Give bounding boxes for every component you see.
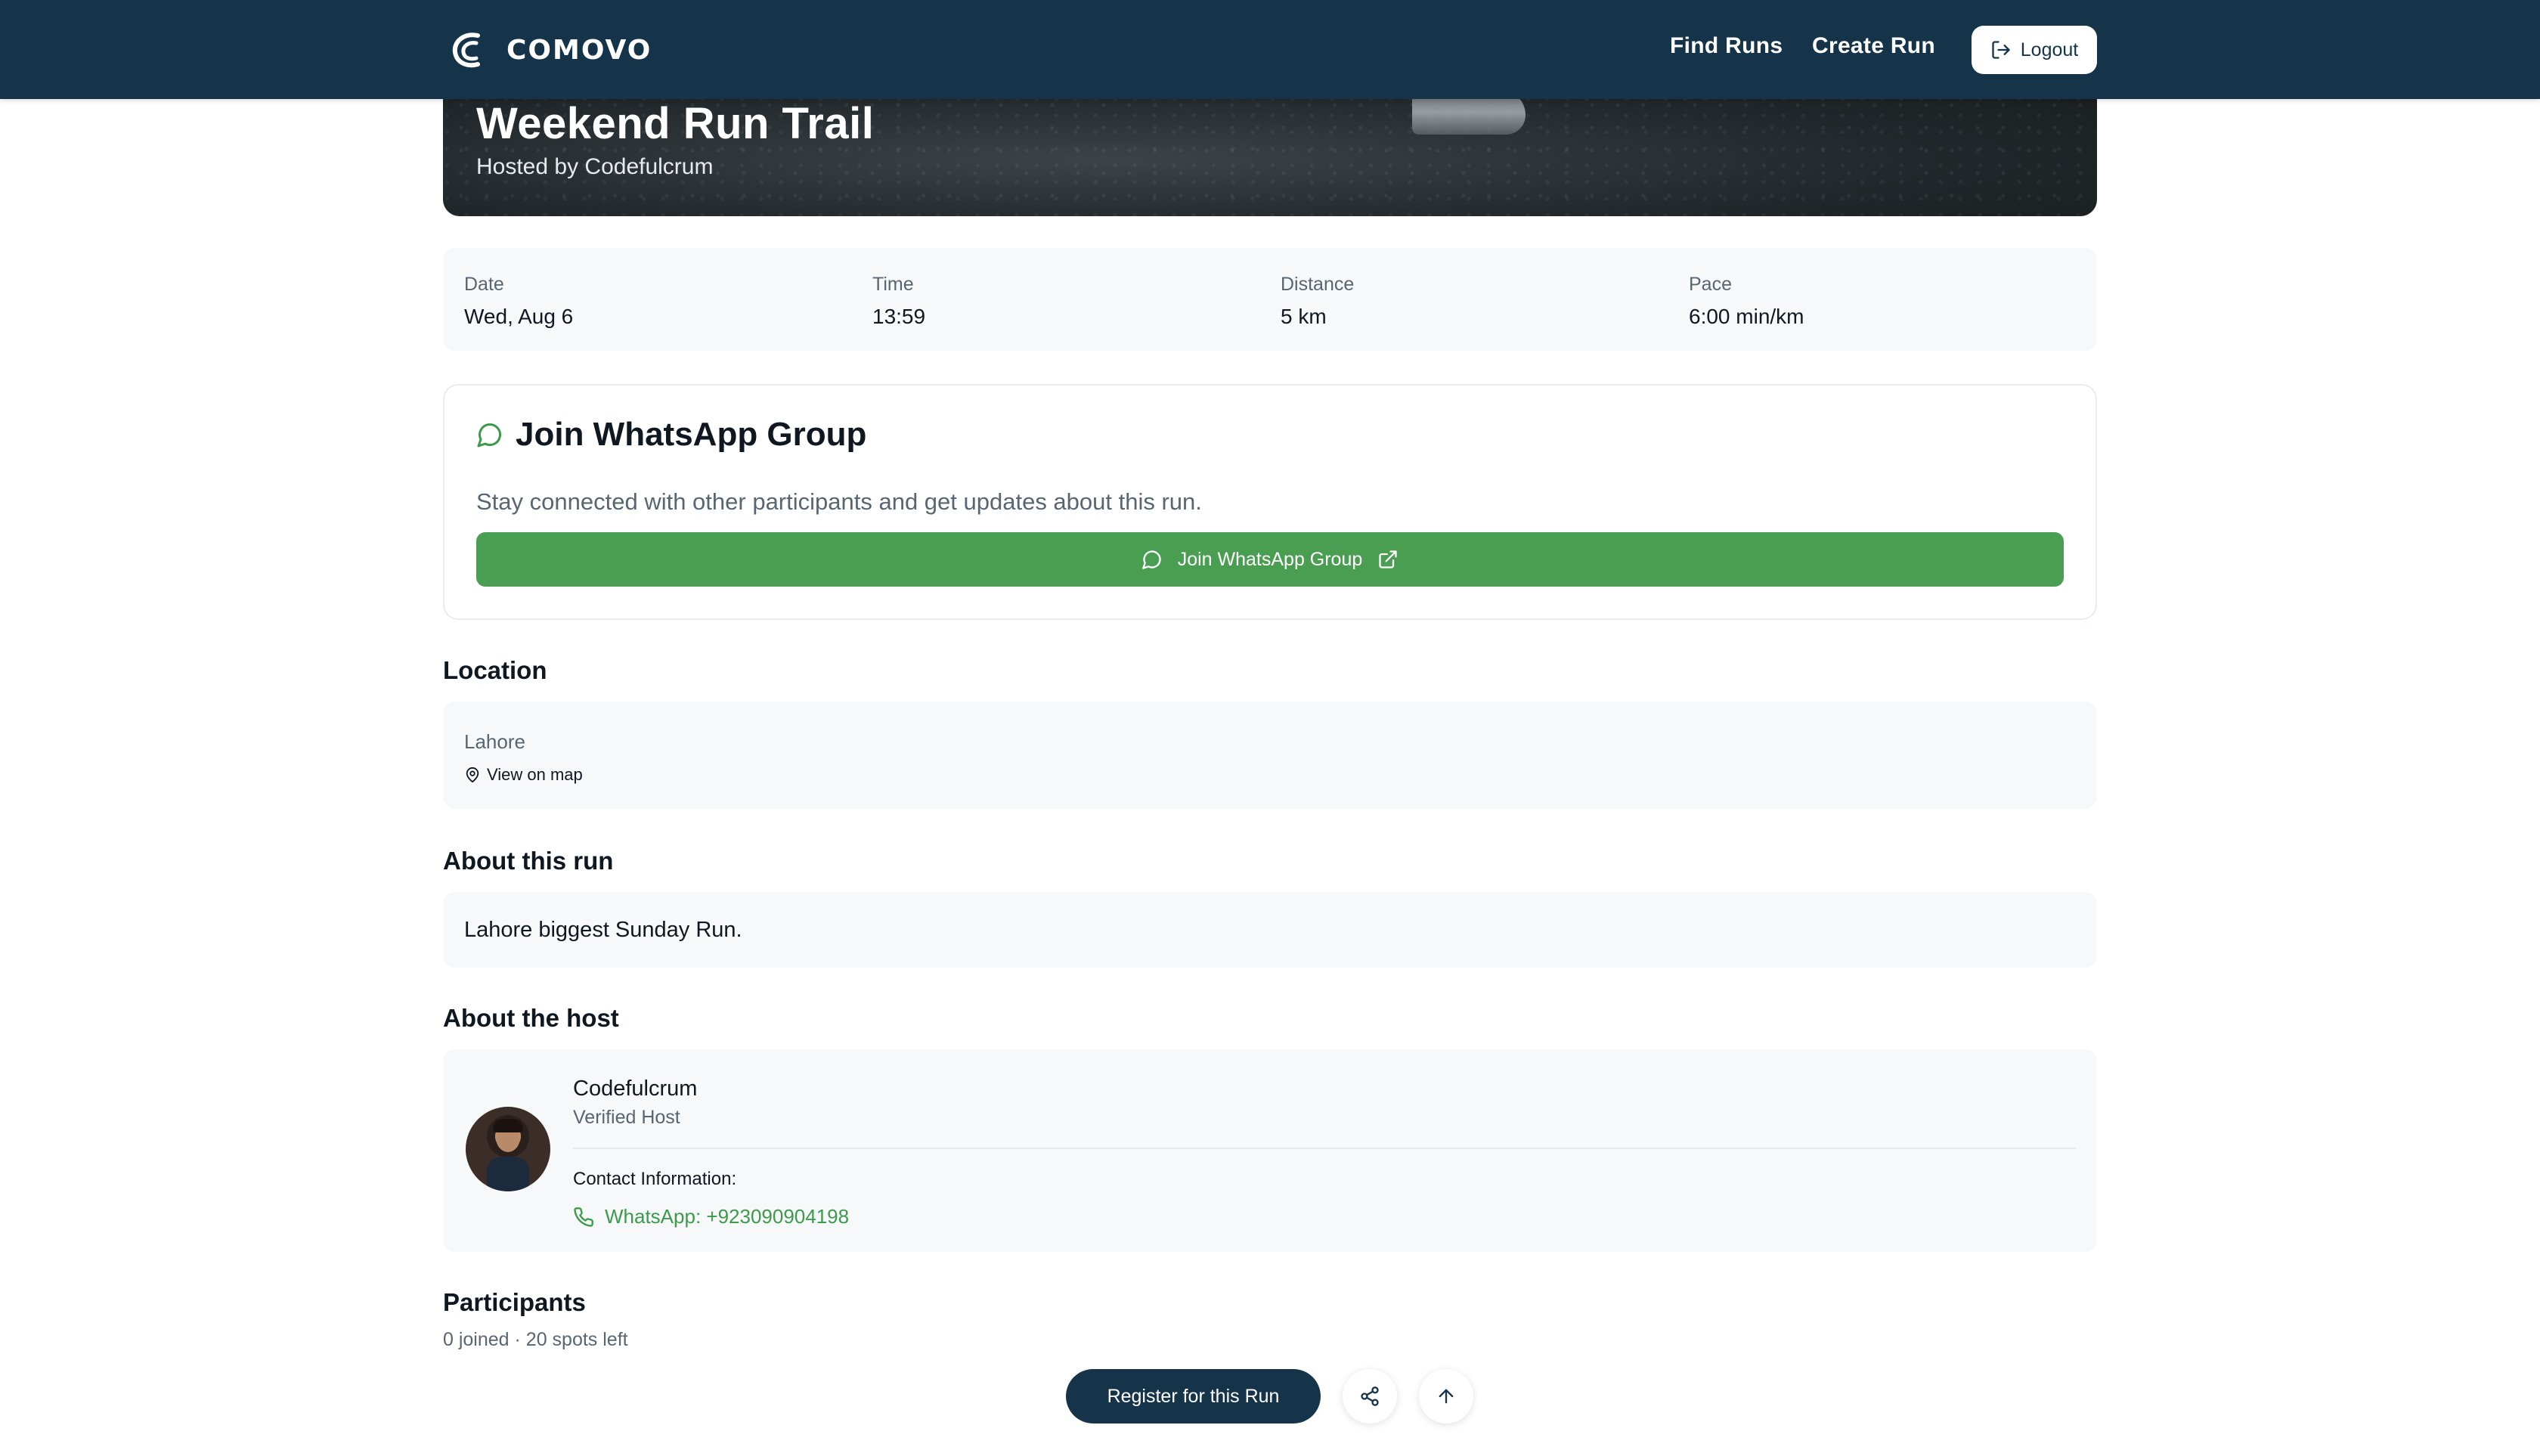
about-run-heading: About this run — [443, 847, 614, 875]
brand-name: COMOVO — [506, 34, 652, 66]
detail-label: Distance — [1281, 274, 1355, 295]
location-city: Lahore — [464, 730, 525, 753]
arrow-up-icon — [1439, 1389, 1454, 1404]
detail-label: Time — [872, 274, 914, 295]
detail-distance: Distance 5 km — [1281, 274, 1354, 329]
detail-label: Pace — [1689, 274, 1732, 295]
register-button[interactable]: Register for this Run — [1066, 1369, 1321, 1423]
run-host-line: Hosted by Codefulcrum — [476, 154, 714, 179]
run-details: Date Wed, Aug 6 Time 13:59 Distance 5 km… — [443, 248, 2097, 351]
detail-date: Date Wed, Aug 6 — [464, 274, 573, 329]
join-whatsapp-label: Join WhatsApp Group — [1177, 548, 1363, 570]
nav-find-runs[interactable]: Find Runs — [1670, 33, 1783, 59]
nav-create-run[interactable]: Create Run — [1812, 33, 1935, 59]
participants-summary: 0 joined · 20 spots left — [443, 1329, 628, 1350]
scroll-to-top-button[interactable] — [1419, 1369, 1473, 1423]
message-circle-icon — [1141, 550, 1161, 569]
brand[interactable]: COMOVO — [451, 29, 652, 71]
about-host-heading: About the host — [443, 1004, 619, 1032]
about-run-card: Lahore biggest Sunday Run. — [443, 892, 2097, 968]
phone-icon — [574, 1207, 593, 1227]
comovo-logo-icon — [452, 33, 480, 68]
share-button[interactable] — [1343, 1369, 1397, 1423]
participants-heading: Participants — [443, 1288, 586, 1316]
map-pin-icon — [466, 767, 479, 783]
top-navbar: COMOVO Find Runs Create Run Logout — [0, 0, 2540, 99]
detail-value: 6:00 min/km — [1689, 305, 1804, 328]
detail-time: Time 13:59 — [872, 274, 925, 329]
detail-value: 5 km — [1281, 305, 1327, 328]
external-link-icon — [1379, 550, 1397, 568]
host-avatar — [466, 1107, 550, 1191]
run-title: Weekend Run Trail — [476, 99, 875, 148]
logout-button[interactable]: Logout — [1972, 26, 2097, 74]
logout-icon — [1992, 41, 2010, 59]
host-divider — [573, 1148, 2076, 1149]
detail-value: Wed, Aug 6 — [464, 305, 574, 328]
location-card: Lahore View on map — [443, 702, 2097, 809]
view-on-map-label: View on map — [487, 765, 583, 784]
location-heading: Location — [443, 656, 547, 684]
share-icon — [1361, 1386, 1379, 1406]
host-phone: WhatsApp: +923090904198 — [605, 1205, 850, 1228]
detail-pace: Pace 6:00 min/km — [1689, 274, 1804, 329]
host-card: Codefulcrum Verified Host Contact Inform… — [443, 1049, 2097, 1252]
host-name: Codefulcrum — [573, 1077, 698, 1101]
host-verified-badge: Verified Host — [573, 1107, 680, 1128]
contact-label: Contact Information: — [573, 1169, 737, 1189]
message-circle-icon — [477, 423, 502, 448]
whatsapp-card: Join WhatsApp Group Stay connected with … — [443, 384, 2097, 620]
join-whatsapp-button[interactable]: Join WhatsApp Group — [476, 532, 2064, 587]
whatsapp-card-title: Join WhatsApp Group — [476, 416, 866, 454]
whatsapp-description: Stay connected with other participants a… — [476, 488, 1202, 515]
detail-label: Date — [464, 274, 504, 295]
view-on-map-link[interactable]: View on map — [464, 765, 583, 785]
logout-label: Logout — [2020, 39, 2079, 60]
detail-value: 13:59 — [872, 305, 926, 328]
about-run-text: Lahore biggest Sunday Run. — [464, 918, 742, 942]
whatsapp-title-text: Join WhatsApp Group — [516, 416, 867, 453]
host-whatsapp-link[interactable]: WhatsApp: +923090904198 — [573, 1205, 849, 1228]
